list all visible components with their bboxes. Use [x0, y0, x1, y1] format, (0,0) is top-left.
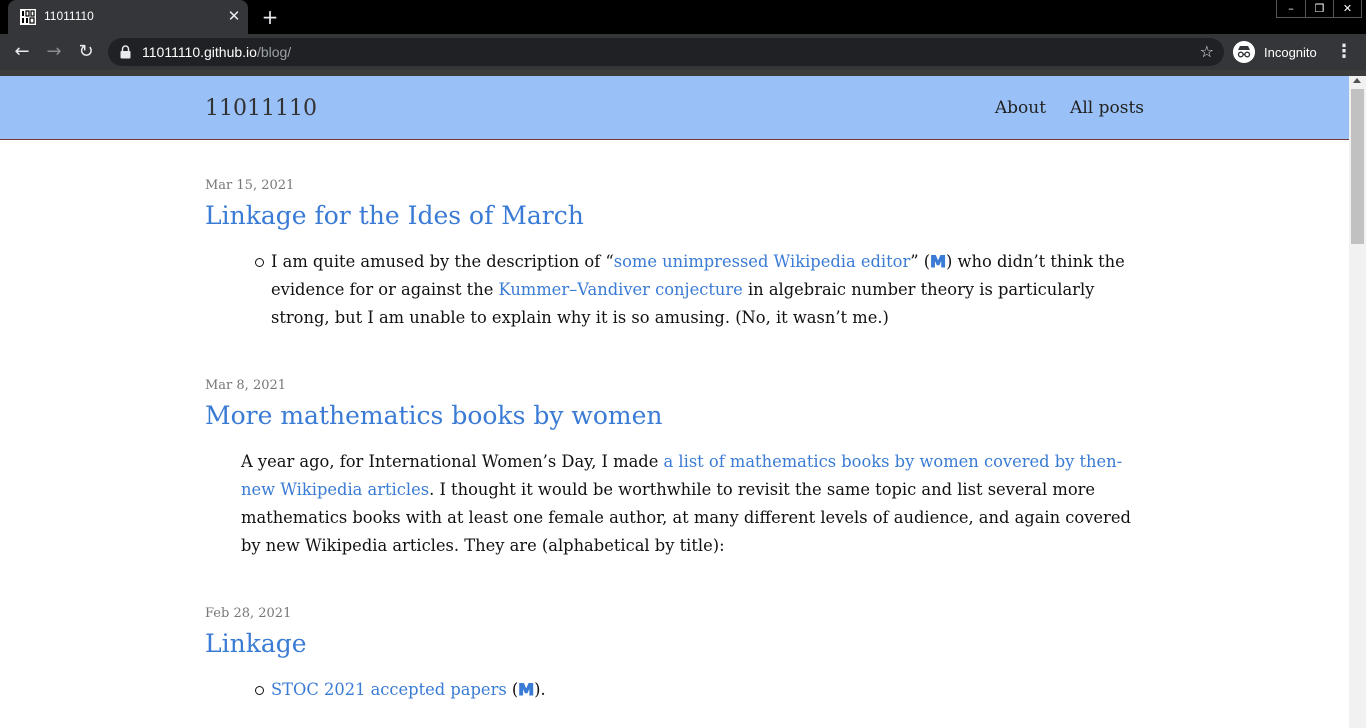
post-excerpt-list: I am quite amused by the description of …	[255, 248, 1145, 332]
list-item: STOC 2021 accepted papers (M).	[255, 676, 1145, 704]
incognito-label: Incognito	[1264, 44, 1317, 60]
scroll-thumb[interactable]	[1351, 89, 1364, 244]
excerpt-text: ).	[534, 680, 546, 699]
post-excerpt-list: STOC 2021 accepted papers (M).	[255, 676, 1145, 704]
post-date: Feb 28, 2021	[205, 606, 292, 621]
close-window-icon[interactable]: ✕	[1333, 0, 1361, 17]
site-favicon-icon	[20, 9, 36, 25]
excerpt-text: I am quite amused by the description of …	[271, 252, 614, 271]
post-entry: Mar 15, 2021 Linkage for the Ides of Mar…	[205, 178, 1145, 332]
excerpt-link[interactable]: Kummer–Vandiver conjecture	[499, 280, 743, 299]
post-excerpt-paragraph: A year ago, for International Women’s Da…	[241, 448, 1145, 560]
address-bar[interactable]: 11011110.github.io/blog/ ☆	[108, 38, 1224, 66]
lock-icon	[120, 45, 131, 59]
url-text: 11011110.github.io/blog/	[142, 44, 291, 60]
forward-icon[interactable]: →	[42, 40, 66, 64]
window-controls: – ❐ ✕	[1276, 0, 1362, 18]
incognito-icon	[1233, 41, 1255, 63]
excerpt-text: A year ago, for International Women’s Da…	[241, 452, 664, 471]
incognito-badge[interactable]: Incognito	[1233, 39, 1325, 65]
nav-about-link[interactable]: About	[995, 98, 1046, 118]
tab-title: 11011110	[44, 9, 94, 23]
url-path: /blog/	[256, 44, 292, 60]
post-entry: Mar 8, 2021 More mathematics books by wo…	[205, 378, 1145, 560]
back-icon[interactable]: ←	[10, 40, 34, 64]
restore-icon[interactable]: ❐	[1305, 0, 1333, 17]
excerpt-link[interactable]: STOC 2021 accepted papers	[271, 680, 507, 699]
post-entry: Feb 28, 2021 Linkage STOC 2021 accepted …	[205, 606, 1145, 704]
post-date: Mar 8, 2021	[205, 378, 287, 393]
site-nav: About All posts	[995, 98, 1144, 118]
post-title-link[interactable]: Linkage	[205, 629, 1145, 658]
scroll-up-arrow-icon[interactable]	[1353, 78, 1361, 83]
mastodon-link-icon[interactable]: M	[930, 248, 947, 276]
site-header: 11011110 About All posts	[0, 76, 1349, 140]
tab-close-icon[interactable]: ✕	[224, 6, 244, 26]
page-scrollbar[interactable]	[1349, 76, 1366, 728]
post-title-link[interactable]: Linkage for the Ides of March	[205, 201, 1145, 230]
browser-tab[interactable]: 11011110 ✕	[8, 0, 248, 34]
excerpt-text: (	[506, 680, 519, 699]
list-item: I am quite amused by the description of …	[255, 248, 1145, 332]
page-viewport: 11011110 About All posts Mar 15, 2021 Li…	[0, 76, 1349, 728]
post-title-link[interactable]: More mathematics books by women	[205, 401, 1145, 430]
browser-toolbar: ← → ↻ 11011110.github.io/blog/ ☆ Incogni…	[0, 34, 1366, 70]
excerpt-link[interactable]: some unimpressed Wikipedia editor	[614, 252, 911, 271]
nav-all-posts-link[interactable]: All posts	[1070, 98, 1144, 118]
bookmark-star-icon[interactable]: ☆	[1200, 42, 1214, 61]
reload-icon[interactable]: ↻	[74, 40, 98, 64]
minimize-icon[interactable]: –	[1277, 0, 1305, 17]
site-title[interactable]: 11011110	[205, 96, 317, 121]
post-date: Mar 15, 2021	[205, 178, 295, 193]
browser-titlebar: 11011110 ✕ + – ❐ ✕	[0, 0, 1366, 34]
mastodon-link-icon[interactable]: M	[518, 676, 535, 704]
excerpt-text: ” (	[910, 252, 931, 271]
new-tab-icon[interactable]: +	[258, 5, 282, 29]
url-host: 11011110.github.io	[142, 44, 257, 60]
browser-menu-icon[interactable]: ⋮	[1334, 40, 1354, 64]
